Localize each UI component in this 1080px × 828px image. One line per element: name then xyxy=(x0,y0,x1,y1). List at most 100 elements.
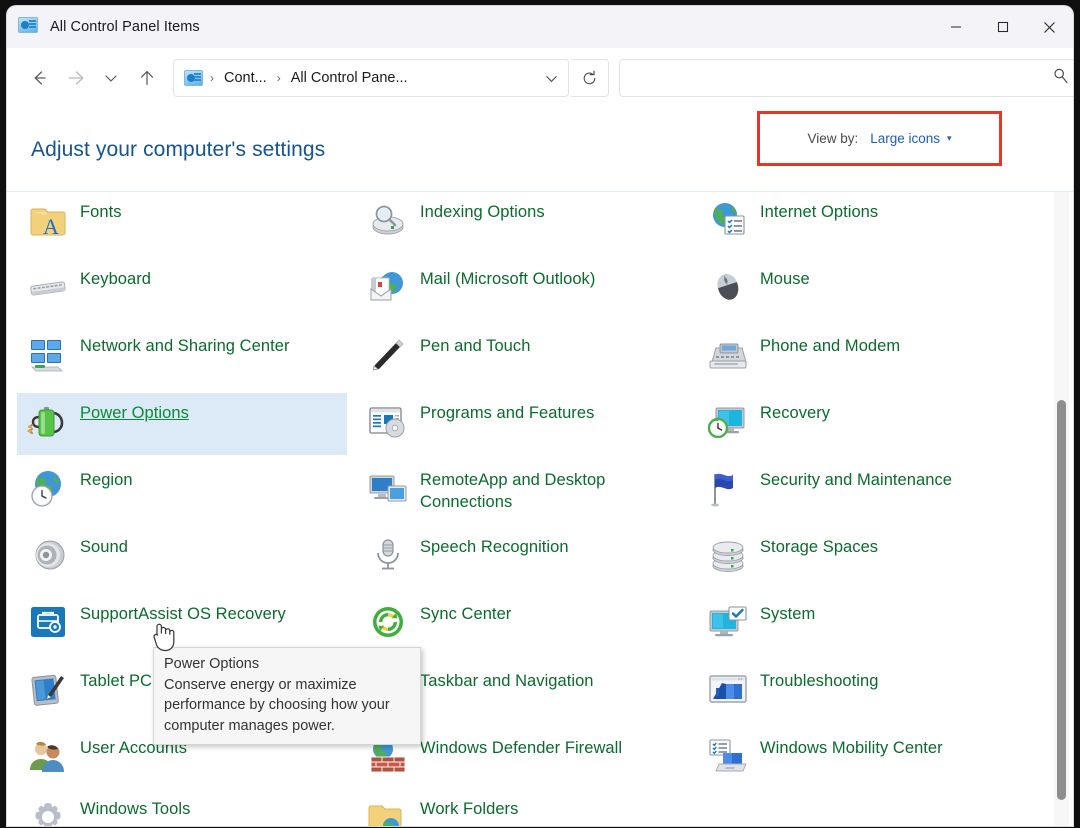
search-icon[interactable] xyxy=(1052,67,1070,90)
keyboard-icon xyxy=(25,264,71,310)
up-arrow-icon[interactable] xyxy=(129,60,165,96)
control-panel-item-fonts[interactable]: A Fonts xyxy=(17,192,347,254)
item-label: Network and Sharing Center xyxy=(80,336,290,358)
network-sharing-icon xyxy=(25,331,71,377)
item-label: Windows Tools xyxy=(80,799,190,821)
address-control-panel-icon xyxy=(184,70,203,86)
page-title: Adjust your computer's settings xyxy=(31,138,325,162)
item-label: Speech Recognition xyxy=(420,537,569,559)
item-label: Mail (Microsoft Outlook) xyxy=(420,269,595,291)
sound-icon xyxy=(25,532,71,578)
windows-tools-icon xyxy=(25,794,71,826)
control-panel-item-sound[interactable]: Sound xyxy=(17,527,347,589)
control-panel-item-remoteapp-and-desktop-connections[interactable]: RemoteApp and Desktop Connections xyxy=(357,460,687,522)
security-maintenance-icon xyxy=(705,465,751,511)
power-options-icon xyxy=(25,398,71,444)
remoteapp-icon xyxy=(365,465,411,511)
item-label: Pen and Touch xyxy=(420,336,530,358)
control-panel-item-work-folders[interactable]: Work Folders xyxy=(357,789,687,826)
phone-modem-icon xyxy=(705,331,751,377)
search-box[interactable] xyxy=(619,59,1073,97)
item-label: Windows Defender Firewall xyxy=(420,738,622,760)
item-label: Storage Spaces xyxy=(760,537,878,559)
fonts-icon: A xyxy=(25,197,71,243)
control-panel-item-security-and-maintenance[interactable]: Security and Maintenance xyxy=(697,460,1027,522)
breadcrumb-separator: › xyxy=(203,71,221,85)
item-label: Internet Options xyxy=(760,202,878,224)
control-panel-item-internet-options[interactable]: Internet Options xyxy=(697,192,1027,254)
items-grid: AFontsKeyboardNetwork and Sharing Center… xyxy=(7,192,1044,198)
work-folders-icon xyxy=(365,794,411,826)
window-title: All Control Panel Items xyxy=(50,19,200,35)
tablet-pc-icon xyxy=(25,666,71,712)
address-chevron-down-icon[interactable] xyxy=(536,61,566,95)
breadcrumb-separator-2: › xyxy=(270,71,288,85)
control-panel-icon xyxy=(18,17,39,38)
maximize-button[interactable] xyxy=(979,6,1026,48)
user-accounts-icon xyxy=(25,733,71,779)
control-panel-item-troubleshooting[interactable]: Troubleshooting xyxy=(697,661,1027,723)
control-panel-item-mail-microsoft-outlook[interactable]: Mail (Microsoft Outlook) xyxy=(357,259,687,321)
supportassist-icon xyxy=(25,599,71,645)
control-panel-item-pen-and-touch[interactable]: Pen and Touch xyxy=(357,326,687,388)
item-label: Fonts xyxy=(80,202,122,224)
system-icon xyxy=(705,599,751,645)
back-arrow-icon[interactable] xyxy=(21,60,57,96)
item-label: Phone and Modem xyxy=(760,336,900,358)
view-by-value[interactable]: Large icons xyxy=(870,131,940,146)
control-panel-item-power-options[interactable]: Power Options xyxy=(17,393,347,455)
control-panel-item-system[interactable]: System xyxy=(697,594,1027,656)
power-options-tooltip: Power Options Conserve energy or maximiz… xyxy=(153,647,421,745)
refresh-icon[interactable] xyxy=(571,59,609,97)
item-label: Troubleshooting xyxy=(760,671,878,693)
search-input[interactable] xyxy=(632,70,1052,86)
vertical-scrollbar[interactable] xyxy=(1054,192,1069,826)
recent-locations-chevron-down-icon[interactable] xyxy=(93,60,129,96)
control-panel-item-windows-tools[interactable]: Windows Tools xyxy=(17,789,347,826)
minimize-button[interactable] xyxy=(932,6,979,48)
storage-spaces-icon xyxy=(705,532,751,578)
breadcrumb-control-panel[interactable]: Cont... xyxy=(221,67,270,89)
pen-touch-icon xyxy=(365,331,411,377)
control-panel-item-speech-recognition[interactable]: Speech Recognition xyxy=(357,527,687,589)
address-bar[interactable]: › Cont... › All Control Pane... xyxy=(173,59,569,97)
control-panel-item-keyboard[interactable]: Keyboard xyxy=(17,259,347,321)
mouse-icon xyxy=(705,264,751,310)
control-panel-item-recovery[interactable]: Recovery xyxy=(697,393,1027,455)
control-panel-item-mouse[interactable]: Mouse xyxy=(697,259,1027,321)
title-bar: All Control Panel Items xyxy=(7,6,1073,48)
item-label: Recovery xyxy=(760,403,830,425)
scrollbar-thumb[interactable] xyxy=(1057,400,1066,800)
item-label: Power Options xyxy=(80,403,189,425)
header-row: Adjust your computer's settings View by:… xyxy=(7,108,1073,191)
indexing-options-icon xyxy=(365,197,411,243)
item-label: RemoteApp and Desktop Connections xyxy=(420,470,645,514)
item-label: Sync Center xyxy=(420,604,511,626)
control-panel-item-indexing-options[interactable]: Indexing Options xyxy=(357,192,687,254)
breadcrumb-all-control-panel-items[interactable]: All Control Pane... xyxy=(288,67,411,89)
tooltip-body: Conserve energy or maximize performance … xyxy=(164,675,411,737)
troubleshooting-icon xyxy=(705,666,751,712)
internet-options-icon xyxy=(705,197,751,243)
item-label: Work Folders xyxy=(420,799,518,821)
svg-text:A: A xyxy=(43,214,59,239)
item-label: Keyboard xyxy=(80,269,151,291)
mail-icon xyxy=(365,264,411,310)
forward-arrow-icon[interactable] xyxy=(57,60,93,96)
control-panel-item-network-and-sharing-center[interactable]: Network and Sharing Center xyxy=(17,326,347,388)
control-panel-item-windows-mobility-center[interactable]: Windows Mobility Center xyxy=(697,728,1027,790)
view-by-chevron-down-icon[interactable]: ▾ xyxy=(947,133,952,144)
item-label: Programs and Features xyxy=(420,403,594,425)
control-panel-item-storage-spaces[interactable]: Storage Spaces xyxy=(697,527,1027,589)
item-label: Region xyxy=(80,470,133,492)
view-by-highlight: View by: Large icons ▾ xyxy=(757,111,1002,166)
item-label: Windows Mobility Center xyxy=(760,738,943,760)
control-panel-item-region[interactable]: Region xyxy=(17,460,347,522)
control-panel-item-phone-and-modem[interactable]: Phone and Modem xyxy=(697,326,1027,388)
item-label: Sound xyxy=(80,537,128,559)
close-button[interactable] xyxy=(1026,6,1073,48)
speech-recognition-icon xyxy=(365,532,411,578)
item-label: SupportAssist OS Recovery xyxy=(80,604,286,626)
item-label: Security and Maintenance xyxy=(760,470,952,492)
control-panel-item-programs-and-features[interactable]: Programs and Features xyxy=(357,393,687,455)
